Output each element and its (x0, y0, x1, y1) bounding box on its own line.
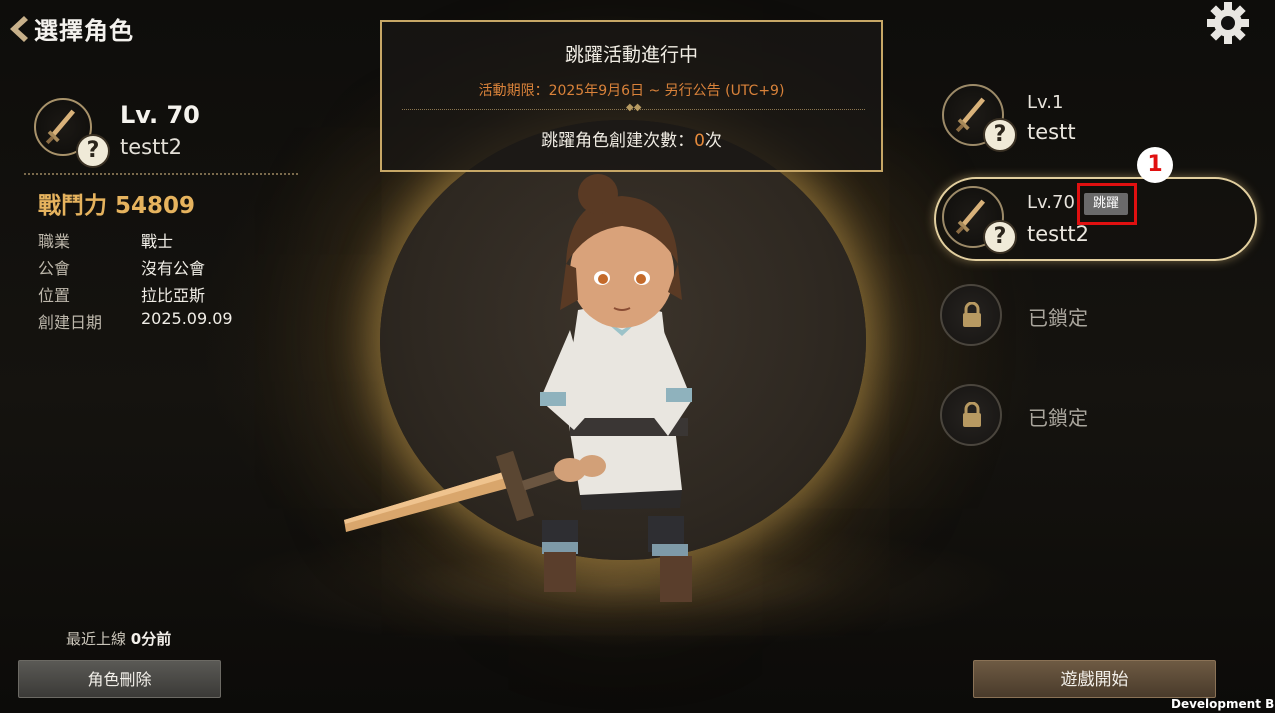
info-value-created: 2025.09.09 (141, 309, 233, 328)
info-label-created: 創建日期 (38, 313, 103, 332)
annotation-marker: 1 (1137, 147, 1173, 183)
event-panel: 跳躍活動進行中 活動期限：2025年9月6日 ~ 另行公告 (UTC+9) ◆◆… (380, 20, 883, 172)
delete-character-button[interactable]: 角色刪除 (18, 660, 221, 698)
info-value-class: 戰士 (141, 232, 174, 251)
event-title: 跳躍活動進行中 (564, 44, 698, 66)
divider (24, 173, 298, 175)
slot-3-locked[interactable] (940, 284, 1002, 346)
gear-icon[interactable] (1205, 0, 1251, 46)
info-label-class: 職業 (38, 232, 71, 251)
last-login-value: 0分前 (130, 630, 172, 648)
page-title: 選擇角色 (34, 17, 134, 45)
character-model (344, 174, 692, 602)
slot-2-name[interactable]: testt2 (1027, 222, 1089, 246)
jump-count-label: 跳躍角色創建次數： (541, 131, 695, 151)
info-label-location: 位置 (38, 286, 71, 305)
jump-badge: 跳躍 (1084, 193, 1128, 215)
start-game-button[interactable]: 遊戲開始 (973, 660, 1216, 698)
slot-4-locked[interactable] (940, 384, 1002, 446)
slot-3-locked-label: 已鎖定 (1028, 306, 1088, 330)
question-icon: ? (983, 220, 1017, 254)
combat-power: 戰鬥力 54809 (38, 193, 196, 219)
last-login: 最近上線 0分前 (66, 628, 171, 649)
info-value-location: 拉比亞斯 (141, 286, 206, 305)
slot-4-locked-label: 已鎖定 (1028, 406, 1088, 430)
jump-count-value: 0 (694, 131, 705, 151)
lock-icon (963, 302, 981, 327)
development-build-watermark: Development Buil (1171, 697, 1275, 711)
selected-level: Lv. 70 (120, 101, 200, 129)
question-icon: ? (983, 118, 1017, 152)
info-value-guild: 沒有公會 (141, 259, 206, 278)
slot-1-level[interactable]: Lv.1 (1027, 92, 1063, 113)
divider-ornament: ◆◆ (626, 102, 642, 113)
slot-1-name[interactable]: testt (1027, 120, 1076, 144)
jump-count: 跳躍角色創建次數：0次 (382, 126, 881, 151)
jump-count-unit: 次 (704, 131, 722, 151)
question-icon: ? (76, 134, 110, 168)
lock-icon (963, 402, 981, 427)
slot-2-level[interactable]: Lv.70 (1027, 192, 1075, 213)
back-chevron-icon[interactable] (6, 14, 30, 44)
event-period: 活動期限：2025年9月6日 ~ 另行公告 (UTC+9) (478, 83, 785, 99)
info-label-guild: 公會 (38, 259, 71, 278)
selected-name: testt2 (120, 135, 182, 159)
last-login-label: 最近上線 (66, 630, 127, 648)
